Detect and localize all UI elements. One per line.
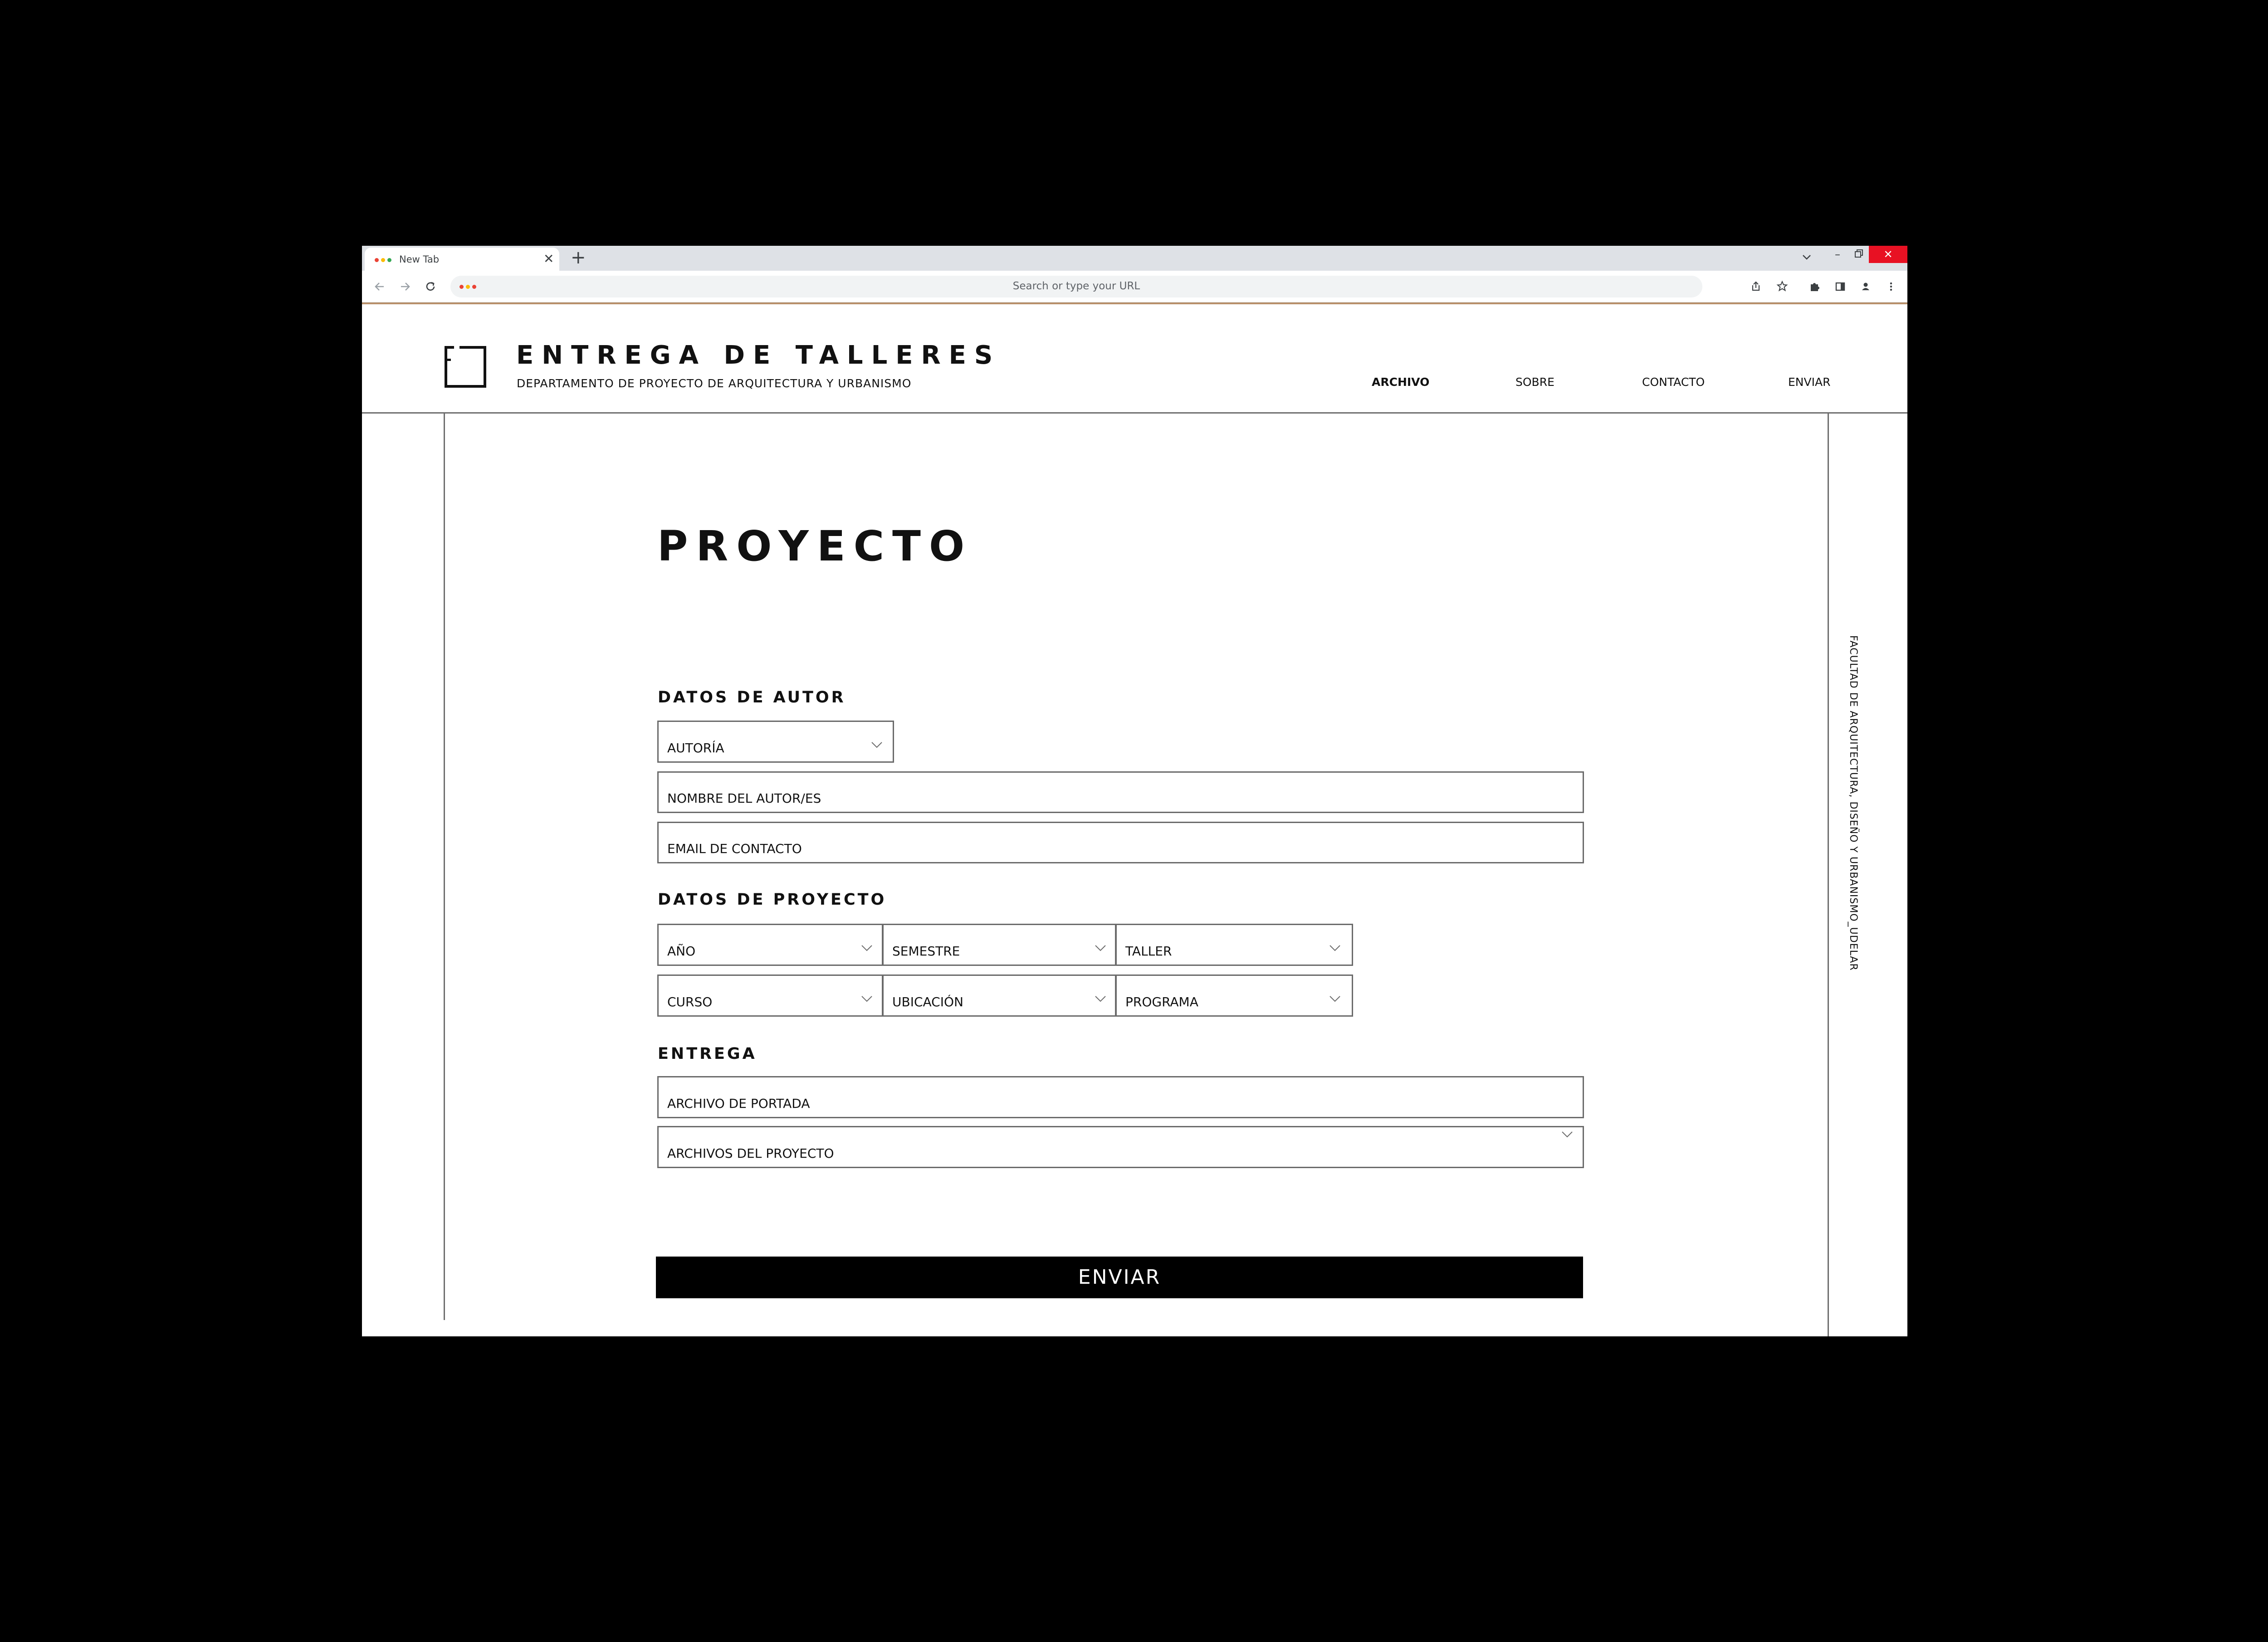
right-frame-line (1828, 413, 1829, 1336)
browser-tab[interactable]: New Tab ✕ (365, 248, 559, 271)
profile-icon[interactable] (1858, 279, 1873, 294)
header-divider (362, 412, 1907, 414)
close-window-button[interactable]: ✕ (1869, 246, 1907, 263)
author-name-placeholder: NOMBRE DEL AUTOR/ES (667, 791, 821, 806)
page-title: PROYECTO (657, 522, 973, 570)
nav-contacto[interactable]: CONTACTO (1642, 375, 1705, 389)
new-tab-button[interactable]: + (571, 247, 586, 268)
contact-email-field[interactable]: EMAIL DE CONTACTO (657, 822, 1584, 863)
extensions-puzzle-icon[interactable] (1807, 279, 1822, 294)
project-files-label: ARCHIVOS DEL PROYECTO (667, 1146, 834, 1161)
workshop-select-label: TALLER (1125, 944, 1172, 959)
cover-file-label: ARCHIVO DE PORTADA (667, 1096, 810, 1111)
nav-enviar[interactable]: ENVIAR (1788, 375, 1830, 389)
site-logo-icon[interactable] (445, 346, 486, 388)
chevron-down-icon (861, 996, 872, 1002)
chevron-down-icon (1330, 996, 1340, 1002)
web-page: ENTREGA DE TALLERES DEPARTAMENTO DE PROY… (362, 304, 1907, 1336)
address-placeholder: Search or type your URL (1012, 280, 1140, 292)
site-title[interactable]: ENTREGA DE TALLERES (516, 341, 1001, 370)
browser-window: New Tab ✕ + – ✕ Search or type your URL … (362, 246, 1907, 1336)
project-files-select[interactable]: ARCHIVOS DEL PROYECTO (657, 1126, 1584, 1168)
location-select[interactable]: UBICACIÓN (882, 974, 1116, 1017)
authorship-select-label: AUTORÍA (667, 741, 724, 755)
project-section-heading: DATOS DE PROYECTO (658, 891, 887, 909)
chevron-down-icon (871, 742, 882, 748)
year-select-label: AÑO (667, 944, 696, 959)
semester-select-label: SEMESTRE (892, 944, 960, 959)
site-subtitle: DEPARTAMENTO DE PROYECTO DE ARQUITECTURA… (517, 377, 912, 390)
restore-button[interactable] (1848, 246, 1869, 263)
cover-file-field[interactable]: ARCHIVO DE PORTADA (657, 1076, 1584, 1118)
chevron-down-icon (1095, 996, 1106, 1002)
side-panel-icon[interactable] (1833, 279, 1848, 294)
author-name-field[interactable]: NOMBRE DEL AUTOR/ES (657, 771, 1584, 813)
workshop-select[interactable]: TALLER (1115, 924, 1353, 966)
contact-email-placeholder: EMAIL DE CONTACTO (667, 841, 802, 856)
back-arrow-icon[interactable] (372, 279, 387, 294)
chevron-down-icon (1095, 945, 1106, 951)
tab-title: New Tab (399, 254, 440, 265)
nav-archivo[interactable]: ARCHIVO (1372, 375, 1429, 389)
program-select[interactable]: PROGRAMA (1115, 974, 1353, 1017)
minimize-button[interactable]: – (1827, 246, 1848, 263)
location-select-label: UBICACIÓN (892, 994, 963, 1009)
browser-toolbar: Search or type your URL (362, 271, 1907, 302)
left-frame-line (444, 413, 445, 1320)
tab-strip: New Tab ✕ + – ✕ (362, 246, 1907, 271)
reload-icon[interactable] (423, 279, 438, 294)
tab-favicon-icon (375, 258, 391, 262)
program-select-label: PROGRAMA (1125, 994, 1198, 1009)
menu-kebab-icon[interactable] (1883, 279, 1899, 294)
year-select[interactable]: AÑO (657, 924, 883, 966)
submit-button[interactable]: ENVIAR (656, 1257, 1583, 1298)
nav-sobre[interactable]: SOBRE (1515, 375, 1554, 389)
tab-search-chevron-icon[interactable] (1800, 250, 1813, 264)
forward-arrow-icon[interactable] (397, 279, 413, 294)
address-bar[interactable]: Search or type your URL (450, 276, 1702, 297)
semester-select[interactable]: SEMESTRE (882, 924, 1116, 966)
course-select[interactable]: CURSO (657, 974, 883, 1017)
bookmark-star-icon[interactable] (1774, 279, 1790, 294)
course-select-label: CURSO (667, 994, 713, 1009)
author-section-heading: DATOS DE AUTOR (658, 688, 846, 706)
authorship-select[interactable]: AUTORÍA (657, 721, 894, 763)
delivery-section-heading: ENTREGA (658, 1045, 757, 1063)
share-icon[interactable] (1748, 279, 1764, 294)
faculty-vertical-text: FACULTAD DE ARQUITECTURA, DISEÑO Y URBAN… (1848, 635, 1859, 971)
chevron-down-icon (861, 945, 872, 951)
chevron-down-icon (1562, 1131, 1573, 1138)
tab-close-icon[interactable]: ✕ (543, 251, 554, 267)
chevron-down-icon (1330, 945, 1340, 951)
